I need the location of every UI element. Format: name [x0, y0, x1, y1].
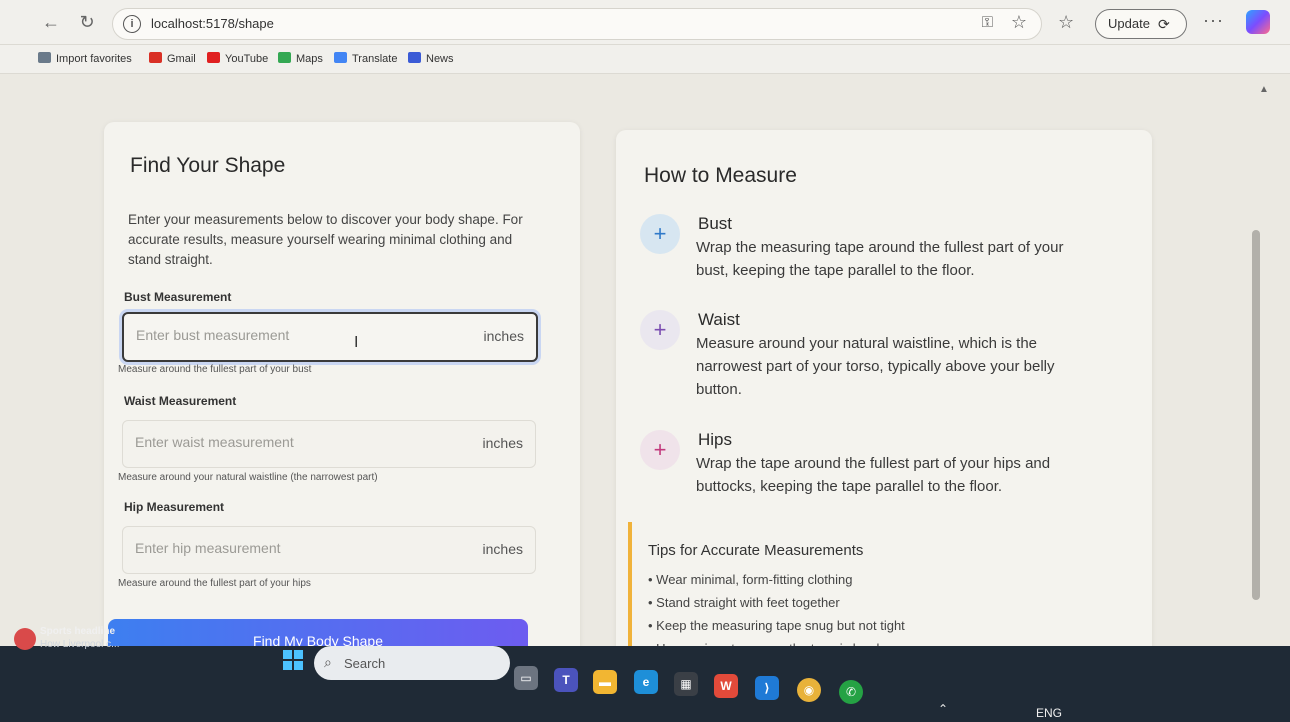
- tip-item: Wear minimal, form-fitting clothing: [648, 568, 905, 591]
- guide-item-title: Bust: [698, 214, 733, 233]
- windows-taskbar: Sports headline How Liverpool c... ⌕ Sea…: [0, 626, 1290, 722]
- news-widget-icon: [14, 628, 36, 650]
- bookmark-label: Gmail: [167, 53, 196, 65]
- translate-icon: [334, 52, 347, 63]
- plus-icon: +: [640, 214, 680, 254]
- guide-item-text: Measure around your natural waistline, w…: [696, 335, 1055, 398]
- news-widget-title: Sports headline: [40, 626, 116, 637]
- youtube-icon: [207, 52, 220, 63]
- taskbar-search-label: Search: [344, 656, 386, 671]
- bust-label: Bust Measurement: [124, 290, 232, 304]
- password-key-icon[interactable]: ⚿: [982, 14, 993, 31]
- windows-start-icon[interactable]: [283, 650, 303, 670]
- bookmark-translate[interactable]: Translate: [334, 52, 397, 65]
- hip-label: Hip Measurement: [124, 500, 225, 514]
- scroll-up-icon[interactable]: ▲: [1259, 84, 1269, 95]
- update-label: Update: [1108, 16, 1150, 31]
- bookmark-youtube[interactable]: YouTube: [207, 52, 268, 65]
- maps-icon: [278, 52, 291, 63]
- tips-title: Tips for Accurate Measurements: [648, 542, 864, 559]
- page-content: Find Your Shape Enter your measurements …: [0, 74, 1290, 682]
- taskbar-search[interactable]: ⌕ Search: [314, 646, 510, 680]
- copilot-icon[interactable]: [1246, 10, 1270, 34]
- bookmark-maps[interactable]: Maps: [278, 52, 323, 65]
- edge-icon[interactable]: e: [634, 670, 658, 694]
- bookmark-label: Maps: [296, 53, 323, 65]
- waist-input[interactable]: [133, 433, 437, 451]
- news-widget-subtitle: How Liverpool c...: [40, 639, 120, 650]
- bookmarks-bar: Import favorites Gmail YouTube Maps Tran…: [0, 45, 1290, 74]
- waist-unit: inches: [482, 435, 523, 451]
- import-favorites-icon: [38, 52, 51, 63]
- task-view-icon[interactable]: ▭: [514, 666, 538, 690]
- form-intro: Enter your measurements below to discove…: [128, 212, 523, 267]
- hip-field[interactable]: inches: [122, 526, 536, 574]
- hip-hint: Measure around the fullest part of your …: [118, 578, 311, 589]
- guide-item-text: Wrap the measuring tape around the fulle…: [696, 239, 1064, 279]
- language-indicator[interactable]: ENG: [1036, 706, 1062, 720]
- system-tray-chevron-icon[interactable]: ⌃: [938, 702, 948, 716]
- news-widget[interactable]: Sports headline How Liverpool c...: [14, 626, 214, 666]
- favorite-star-icon[interactable]: ☆: [1011, 12, 1027, 33]
- bust-field[interactable]: I inches: [122, 312, 538, 362]
- waist-label: Waist Measurement: [124, 394, 237, 408]
- site-info-icon[interactable]: i: [123, 15, 141, 33]
- office-icon[interactable]: W: [714, 674, 738, 698]
- store-icon[interactable]: ▦: [674, 672, 698, 696]
- shape-form-card: Find Your Shape Enter your measurements …: [104, 122, 580, 663]
- tip-item: Keep the measuring tape snug but not tig…: [648, 614, 905, 637]
- page-scrollbar-thumb[interactable]: [1252, 230, 1260, 600]
- back-icon[interactable]: ←: [40, 11, 62, 33]
- file-explorer-icon[interactable]: ▬: [593, 670, 617, 694]
- text-cursor-icon: I: [354, 334, 359, 351]
- more-options-icon[interactable]: ···: [1203, 10, 1224, 31]
- tip-item: Stand straight with feet together: [648, 591, 905, 614]
- vscode-icon[interactable]: ⟩: [755, 676, 779, 700]
- guide-item-text: Wrap the tape around the fullest part of…: [696, 455, 1051, 495]
- teams-icon[interactable]: T: [554, 668, 578, 692]
- bookmark-import-favorites[interactable]: Import favorites: [38, 52, 132, 65]
- bookmark-news[interactable]: News: [408, 52, 454, 65]
- guide-item-title: Waist: [698, 310, 740, 329]
- search-icon: ⌕: [324, 654, 332, 670]
- hip-input[interactable]: [133, 539, 437, 557]
- address-url[interactable]: localhost:5178/shape: [151, 16, 274, 31]
- waist-hint: Measure around your natural waistline (t…: [118, 472, 378, 483]
- whatsapp-icon[interactable]: ✆: [839, 680, 863, 704]
- gmail-icon: [149, 52, 162, 63]
- update-button[interactable]: Update ⟳: [1095, 9, 1187, 39]
- bookmark-label: News: [426, 53, 454, 65]
- bookmark-gmail[interactable]: Gmail: [149, 52, 196, 65]
- favorites-icon[interactable]: ☆: [1058, 12, 1074, 33]
- update-icon: ⟳: [1158, 16, 1170, 32]
- bookmark-label: YouTube: [225, 53, 269, 65]
- hip-unit: inches: [482, 541, 523, 557]
- bookmark-label: Translate: [352, 53, 398, 65]
- plus-icon: +: [640, 310, 680, 350]
- bust-hint: Measure around the fullest part of your …: [118, 364, 312, 375]
- chrome-icon[interactable]: ◉: [797, 678, 821, 702]
- address-bar[interactable]: i localhost:5178/shape ⚿ ☆: [112, 8, 1042, 40]
- waist-field[interactable]: inches: [122, 420, 536, 468]
- bust-input[interactable]: [134, 326, 438, 344]
- plus-icon: +: [640, 430, 680, 470]
- form-title: Find Your Shape: [130, 154, 286, 177]
- browser-toolbar: ← ↻ i localhost:5178/shape ⚿ ☆ ☆ Update …: [0, 0, 1290, 45]
- guide-title: How to Measure: [644, 164, 797, 187]
- measure-guide-card: How to Measure + Bust Wrap the measuring…: [616, 130, 1152, 682]
- refresh-icon[interactable]: ↻: [76, 11, 98, 33]
- guide-item-title: Hips: [698, 430, 733, 449]
- bust-unit: inches: [483, 328, 524, 344]
- bookmark-label: Import favorites: [56, 53, 132, 65]
- news-icon: [408, 52, 421, 63]
